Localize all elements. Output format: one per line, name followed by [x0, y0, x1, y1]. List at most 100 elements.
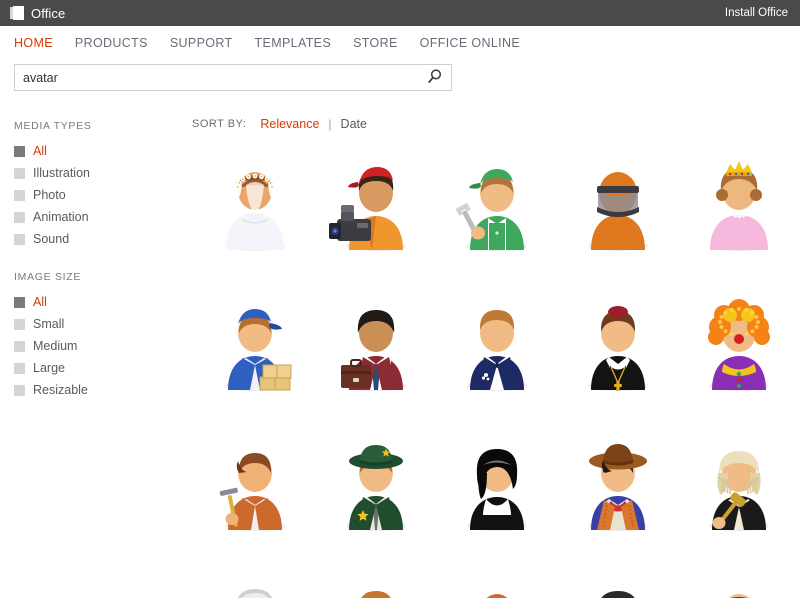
sort-separator: |: [328, 117, 332, 131]
facet-option-animation[interactable]: Animation: [14, 206, 186, 228]
main-navigation: HOME PRODUCTS SUPPORT TEMPLATES STORE OFFICE …: [0, 26, 800, 60]
beekeeper-icon: [587, 172, 648, 251]
result-item-photographer[interactable]: [315, 153, 436, 293]
search-icon: [426, 68, 443, 88]
search-box: [14, 64, 452, 91]
checkbox-icon[interactable]: [14, 189, 25, 201]
result-item-gray-haired-person[interactable]: [194, 573, 315, 598]
result-item-delivery-man[interactable]: [194, 293, 315, 433]
suite-bar-brand[interactable]: Office: [10, 6, 65, 21]
install-office-link[interactable]: Install Office: [725, 7, 788, 19]
result-item-beekeeper[interactable]: [557, 153, 678, 293]
navy-capped-person-icon: [728, 594, 749, 598]
result-item-navy-capped-person[interactable]: [678, 573, 799, 598]
facet-group-image-size: IMAGE SIZE All Small Medium Large Resizable: [14, 271, 186, 401]
bald-person-icon: [486, 594, 507, 598]
facet-option-label: Large: [33, 361, 65, 375]
sort-option-relevance[interactable]: Relevance: [260, 117, 319, 131]
facet-option-label: Photo: [33, 188, 66, 202]
facet-option-all[interactable]: All: [14, 291, 186, 313]
search-button[interactable]: [417, 65, 451, 90]
facet-option-label: All: [33, 295, 47, 309]
suite-title: Office: [31, 5, 66, 21]
nav-item-office-online[interactable]: OFFICE ONLINE: [420, 36, 520, 50]
sort-option-date[interactable]: Date: [341, 117, 367, 131]
facet-option-all[interactable]: All: [14, 140, 186, 162]
result-item-groom[interactable]: [436, 293, 557, 433]
mechanic-icon: [454, 169, 527, 251]
checkbox-icon[interactable]: [14, 296, 25, 308]
checkbox-icon[interactable]: [14, 384, 25, 396]
result-item-window-cleaner[interactable]: [194, 433, 315, 573]
office-logo-icon: [10, 6, 24, 20]
facet-group-title: IMAGE SIZE: [14, 271, 82, 283]
priest-icon: [587, 306, 648, 391]
groom-icon: [466, 310, 527, 391]
facet-group-media-types: MEDIA TYPES All Illustration Photo Animation…: [14, 120, 186, 250]
checkbox-icon[interactable]: [14, 362, 25, 374]
photographer-icon: [328, 167, 406, 251]
judge-icon: [708, 451, 769, 531]
delivery-man-icon: [224, 309, 291, 391]
result-item-girl-with-headband[interactable]: [315, 573, 436, 598]
nav-item-store[interactable]: STORE: [353, 36, 398, 50]
result-item-princess[interactable]: [678, 153, 799, 293]
search-input[interactable]: [15, 65, 417, 90]
checkbox-icon[interactable]: [14, 318, 25, 330]
result-item-bride[interactable]: [194, 153, 315, 293]
facet-option-resizable[interactable]: Resizable: [14, 379, 186, 401]
nun-icon: [466, 449, 527, 531]
facet-option-label: All: [33, 144, 47, 158]
nav-item-templates[interactable]: TEMPLATES: [255, 36, 332, 50]
facet-option-medium[interactable]: Medium: [14, 335, 186, 357]
results-grid: [194, 153, 800, 598]
girl-with-headband-icon: [360, 591, 391, 598]
checkbox-icon[interactable]: [14, 167, 25, 179]
sort-by-label: SORT BY:: [192, 118, 247, 130]
search-area: [0, 60, 800, 91]
gray-haired-person-icon: [237, 589, 272, 598]
facet-option-label: Animation: [33, 210, 89, 224]
facet-option-label: Sound: [33, 232, 70, 246]
suite-bar: Office Install Office: [0, 0, 800, 26]
result-item-judge[interactable]: [678, 433, 799, 573]
princess-icon: [708, 161, 769, 251]
cowboy-icon: [587, 444, 648, 531]
dark-haired-person-icon: [600, 591, 635, 598]
businessman-icon: [340, 310, 406, 391]
facet-option-photo[interactable]: Photo: [14, 184, 186, 206]
facet-option-illustration[interactable]: Illustration: [14, 162, 186, 184]
result-item-sheriff[interactable]: [315, 433, 436, 573]
clown-icon: [707, 299, 770, 391]
sheriff-icon: [345, 445, 406, 531]
result-item-clown[interactable]: [678, 293, 799, 433]
result-item-bald-person[interactable]: [436, 573, 557, 598]
facet-option-label: Resizable: [33, 383, 88, 397]
nav-item-products[interactable]: PRODUCTS: [75, 36, 148, 50]
result-item-cowboy[interactable]: [557, 433, 678, 573]
facet-option-label: Medium: [33, 339, 78, 353]
result-item-dark-haired-person[interactable]: [557, 573, 678, 598]
bride-icon: [224, 172, 285, 251]
checkbox-icon[interactable]: [14, 211, 25, 223]
facet-option-small[interactable]: Small: [14, 313, 186, 335]
filter-sidebar: MEDIA TYPES All Illustration Photo Animation…: [0, 91, 186, 586]
nav-item-support[interactable]: SUPPORT: [170, 36, 233, 50]
checkbox-icon[interactable]: [14, 340, 25, 352]
facet-option-sound[interactable]: Sound: [14, 228, 186, 250]
nav-item-home[interactable]: HOME: [14, 36, 53, 50]
result-item-nun[interactable]: [436, 433, 557, 573]
checkbox-icon[interactable]: [14, 233, 25, 245]
checkbox-icon[interactable]: [14, 145, 25, 157]
results-panel: SORT BY: Relevance | Date: [186, 91, 800, 598]
result-item-businessman[interactable]: [315, 293, 436, 433]
facet-option-label: Small: [33, 317, 65, 331]
facet-option-label: Illustration: [33, 166, 90, 180]
window-cleaner-icon: [219, 453, 285, 531]
facet-option-large[interactable]: Large: [14, 357, 186, 379]
facet-group-title: MEDIA TYPES: [14, 120, 92, 132]
content-area: MEDIA TYPES All Illustration Photo Animation…: [0, 91, 800, 598]
result-item-priest[interactable]: [557, 293, 678, 433]
sort-bar: SORT BY: Relevance | Date: [192, 117, 800, 131]
result-item-mechanic[interactable]: [436, 153, 557, 293]
